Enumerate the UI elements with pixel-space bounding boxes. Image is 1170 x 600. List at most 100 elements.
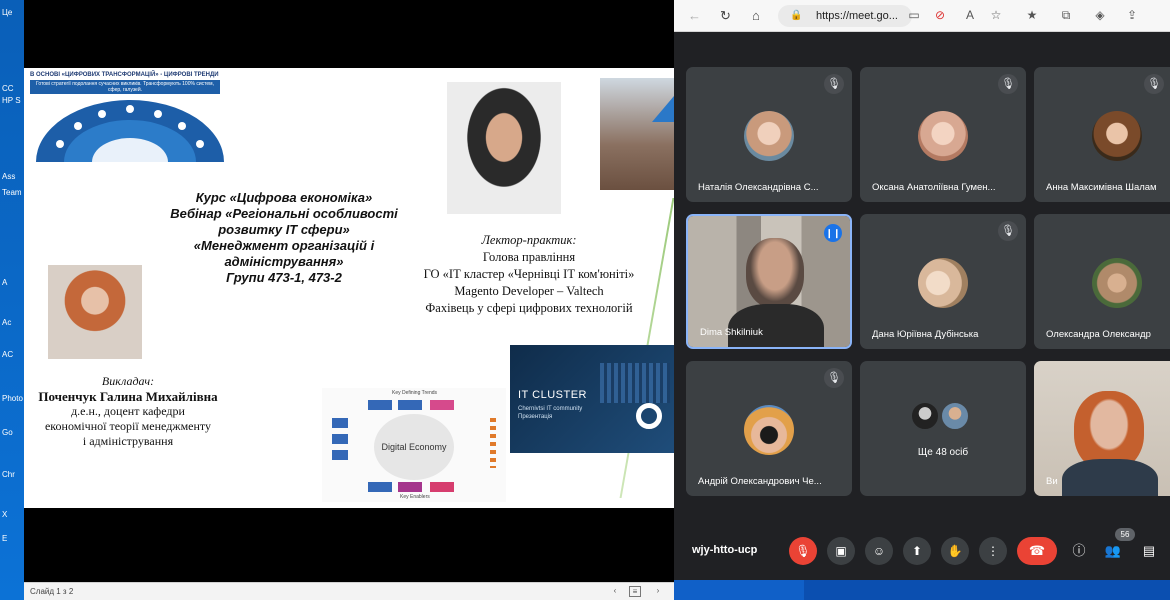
digital-economy-diagram: Key Defining Trends Digital Economy Key … — [322, 388, 506, 502]
itc-subtitle: Chernivtsi IT community Презентація — [518, 406, 583, 420]
speaker-label: Лектор-практик: — [481, 233, 577, 247]
avatar — [1092, 258, 1142, 308]
share-icon[interactable]: ⇪ — [1124, 7, 1140, 23]
browser-window: ← ↻ ⌂ 🔒 https://meet.go... ▭ ⊘ A ☆ ★ ⧉ ◈… — [674, 0, 1170, 580]
participant-tile[interactable]: Олександра Олександр — [1034, 214, 1170, 349]
browser-toolbar: ← ↻ ⌂ 🔒 https://meet.go... ▭ ⊘ A ☆ ★ ⧉ ◈… — [674, 0, 1170, 32]
more-options-button[interactable]: ⋮ — [979, 537, 1007, 565]
avatar — [744, 111, 794, 161]
lock-icon[interactable]: 🔒 — [790, 5, 802, 27]
blocked-icon[interactable]: ⊘ — [932, 7, 948, 23]
speaker-photo — [447, 82, 561, 214]
desktop-shortcut-label: Go — [2, 428, 13, 437]
participant-tile[interactable]: 🎙 Анна Максимівна Шалам — [1034, 67, 1170, 202]
title-line: розвитку ІТ сфери» — [218, 222, 350, 237]
speaker-line: ГО «ІТ кластер «Чернівці ІТ ком'юніті» — [423, 267, 635, 281]
accent-triangle — [652, 96, 674, 122]
avatar — [918, 258, 968, 308]
desktop-shortcut[interactable]: Team — [2, 188, 22, 197]
participant-tile[interactable]: 🎙 Наталія Олександрівна С... — [686, 67, 852, 202]
title-line: Групи 473-1, 473-2 — [226, 270, 342, 285]
leave-call-button[interactable]: ☎ — [1017, 537, 1057, 565]
emoji-button[interactable]: ☺ — [865, 537, 893, 565]
participant-name: Dima Shkilniuk — [700, 327, 763, 338]
title-line: Вебінар «Регіональні особливості — [170, 206, 398, 221]
back-icon[interactable]: ← — [688, 8, 701, 23]
mic-off-icon: 🎙 — [824, 368, 844, 388]
course-title: Курс «Цифрова економіка» Вебінар «Регіон… — [164, 190, 404, 286]
teacher-block: Викладач: Поченчук Галина Михайлівна д.е… — [38, 374, 218, 449]
avatar — [910, 401, 940, 431]
participant-tile-active[interactable]: ❙❙ Dima Shkilniuk — [686, 214, 852, 349]
teacher-line: д.е.н., доцент кафедри — [71, 404, 185, 418]
speaking-indicator-icon: ❙❙ — [824, 224, 842, 242]
desktop-shortcut[interactable]: Ac — [2, 318, 22, 327]
desktop-shortcut[interactable]: E — [2, 534, 22, 543]
favorites-icon[interactable]: ★ — [1024, 7, 1040, 23]
chevron-left-icon[interactable]: ‹ — [609, 586, 621, 597]
status-bar: Слайд 1 з 2 ‹ ≡ › — [24, 582, 674, 600]
mic-off-button[interactable]: 🎙 — [789, 537, 817, 565]
desktop-shortcut-label: X — [2, 510, 8, 519]
digital-trends-banner: В ОСНОВІ «ЦИФРОВИХ ТРАНСФОРМАЦІЙ» - ЦИФР… — [30, 72, 230, 168]
teacher-photo — [48, 265, 142, 359]
favorite-icon[interactable]: ☆ — [988, 7, 1004, 23]
camera-icon[interactable]: ▭ — [906, 7, 922, 23]
more-participants-tile[interactable]: Ще 48 осіб — [860, 361, 1026, 496]
url-text: https://meet.go... — [816, 10, 898, 22]
camera-button[interactable]: ▣ — [827, 537, 855, 565]
desktop-shortcut-label: Ac — [2, 318, 12, 327]
desktop-shortcut[interactable]: HP S — [2, 96, 22, 105]
desktop-shortcut[interactable]: CC — [2, 84, 22, 93]
title-line: «Менеджмент організацій і — [193, 238, 375, 253]
slide: В ОСНОВІ «ЦИФРОВИХ ТРАНСФОРМАЦІЙ» - ЦИФР… — [24, 68, 674, 508]
desktop-shortcut[interactable]: A — [2, 278, 22, 287]
desktop-shortcut-label: Chr — [2, 470, 15, 479]
de-top-label: Key Defining Trends — [392, 390, 438, 396]
desktop-shortcut[interactable]: X — [2, 510, 22, 519]
more-participants-label: Ще 48 осіб — [917, 447, 969, 458]
home-icon[interactable]: ⌂ — [752, 8, 760, 23]
self-view-tile[interactable]: Ви — [1034, 361, 1170, 496]
participant-name: Анна Максимівна Шалам — [1046, 182, 1157, 193]
chat-icon[interactable]: ▤ — [1140, 542, 1158, 560]
trends-arc-graphic — [36, 100, 224, 162]
chevron-right-icon[interactable]: › — [652, 586, 664, 597]
banner-heading: В ОСНОВІ «ЦИФРОВИХ ТРАНСФОРМАЦІЙ» - ЦИФР… — [30, 72, 219, 78]
raise-hand-button[interactable]: ✋ — [941, 537, 969, 565]
address-bar[interactable]: 🔒 https://meet.go... — [778, 5, 912, 27]
collections-icon[interactable]: ⧉ — [1058, 7, 1074, 23]
screen: { "desktop": { "icons": [ {"label": "Це"… — [0, 0, 1170, 600]
desktop-shortcut[interactable]: AC — [2, 350, 22, 359]
desktop-shortcut-label: HP S — [2, 96, 21, 105]
desktop-shortcut[interactable]: Chr — [2, 470, 22, 479]
desktop-shortcut[interactable]: Go — [2, 428, 22, 437]
desktop-shortcut-label: Це — [2, 8, 13, 17]
desktop-shortcut-label: CC — [2, 84, 14, 93]
avatar — [940, 401, 970, 431]
participant-name: Олександра Олександр — [1046, 329, 1151, 340]
info-icon[interactable]: ⓘ — [1070, 542, 1088, 560]
participant-tile[interactable]: 🎙 Андрій Олександрович Че... — [686, 361, 852, 496]
present-button[interactable]: ⬆ — [903, 537, 931, 565]
desktop-shortcut[interactable]: Це — [2, 8, 22, 17]
participant-tile[interactable]: 🎙 Дана Юріївна Дубінська — [860, 214, 1026, 349]
notes-icon[interactable]: ≡ — [629, 586, 641, 597]
people-icon[interactable]: 👥 — [1104, 542, 1122, 560]
avatar — [918, 111, 968, 161]
speaker-line: Голова правління — [482, 250, 576, 264]
desktop-shortcut[interactable]: Ass — [2, 172, 22, 181]
desktop-shortcut-label: E — [2, 534, 8, 543]
teacher-line: і адміністрування — [82, 434, 174, 448]
reload-icon[interactable]: ↻ — [720, 8, 731, 24]
participant-tile[interactable]: 🎙 Оксана Анатоліївна Гумен... — [860, 67, 1026, 202]
teacher-line: економічної теорії менеджменту — [44, 419, 212, 433]
slide-counter: Слайд 1 з 2 — [30, 587, 74, 596]
read-aloud-icon[interactable]: A — [962, 7, 978, 23]
desktop-shortcut-label: Ass — [2, 172, 16, 181]
it-cluster-slide: IT CLUSTER Chernivtsi IT community Презе… — [510, 345, 674, 453]
speaker-line: Magento Developer – Valtech — [454, 284, 604, 298]
desktop-shortcut[interactable]: Photo — [2, 394, 23, 403]
meeting-controls: wjy-htto-ucp 🎙 ▣ ☺ ⬆ ✋ ⋮ ☎ ⓘ 👥 56 ▤ — [674, 520, 1170, 580]
extensions-icon[interactable]: ◈ — [1092, 7, 1108, 23]
